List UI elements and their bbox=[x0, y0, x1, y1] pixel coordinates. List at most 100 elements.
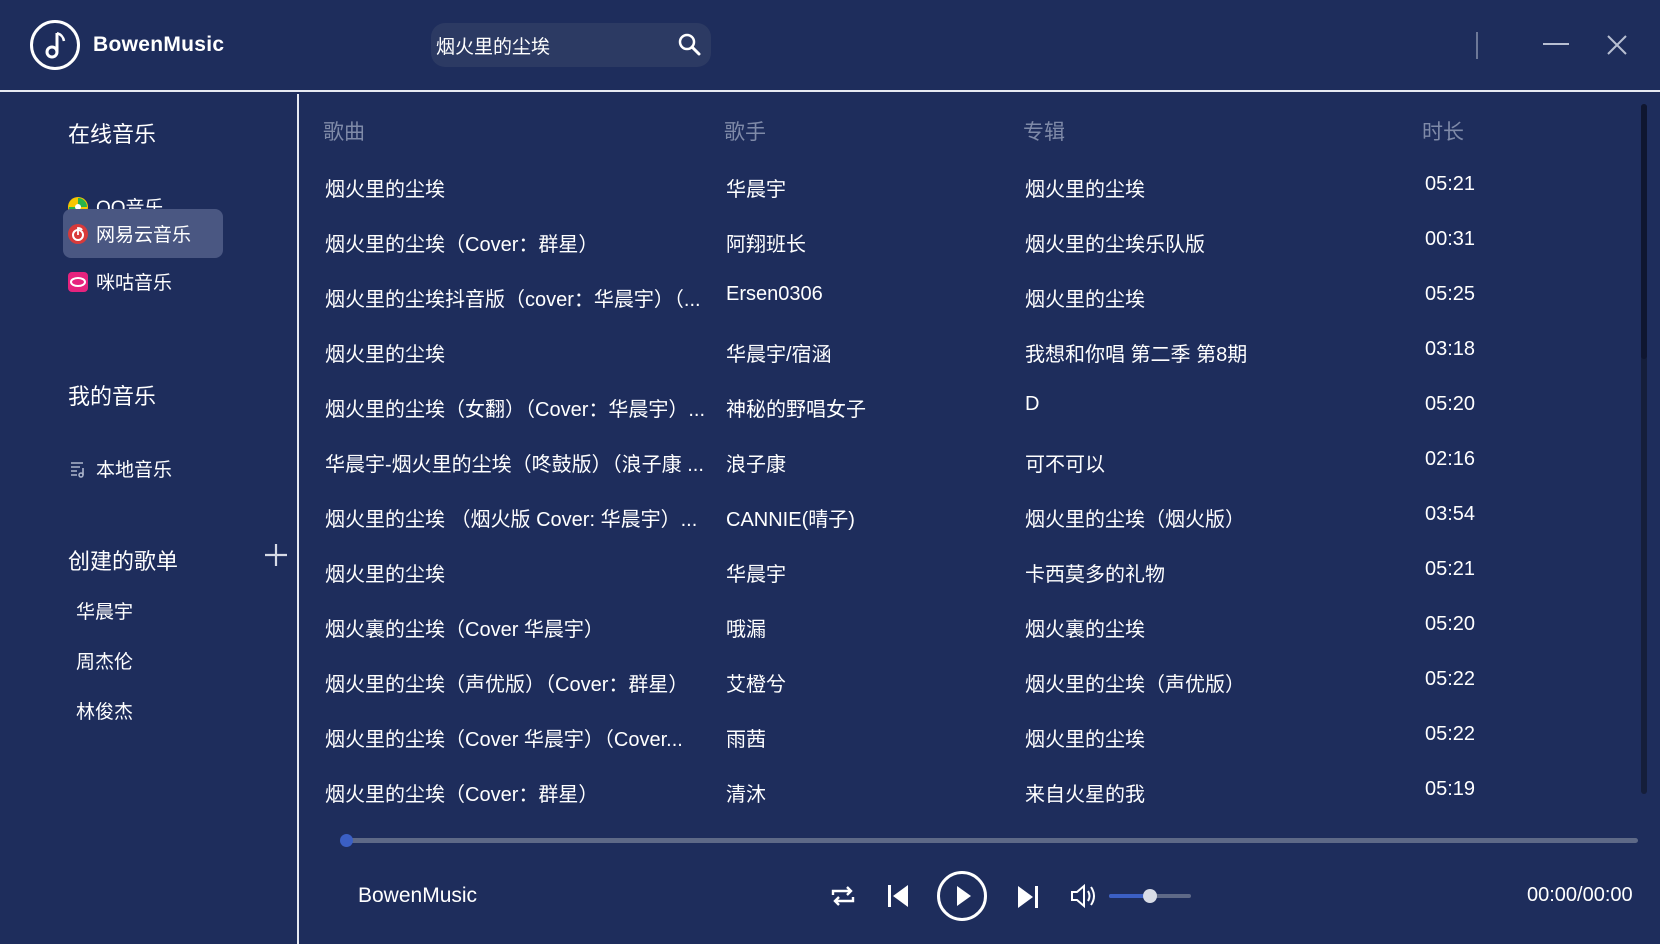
song-list-panel: 歌曲 歌手 专辑 时长 烟火里的尘埃 华晨宇 烟火里的尘埃 05:21 烟火里的尘埃（C… bbox=[301, 94, 1660, 944]
song-title-cell: 烟火里的尘埃（Cover：群星） bbox=[325, 784, 599, 806]
progress-handle[interactable] bbox=[340, 834, 353, 847]
table-row[interactable]: 华晨宇-烟火里的尘埃（咚鼓版）（浪子康 ... 浪子康 可不可以 02:16 bbox=[301, 434, 1631, 489]
section-online-music: 在线音乐 bbox=[68, 122, 157, 147]
song-title-cell: 华晨宇-烟火里的尘埃（咚鼓版）（浪子康 ... bbox=[325, 454, 704, 476]
table-row[interactable]: 烟火里的尘埃 （烟火版 Cover: 华晨宇）... CANNIE(晴子) 烟火里的… bbox=[301, 489, 1631, 544]
artist-cell: 华晨宇 bbox=[726, 179, 786, 201]
artist-cell: 雨茜 bbox=[726, 729, 766, 751]
repeat-icon[interactable] bbox=[829, 882, 857, 910]
table-row[interactable]: 烟火裏的尘埃（Cover 华晨宇） 哦漏 烟火裏的尘埃 05:20 bbox=[301, 599, 1631, 654]
duration-cell: 05:21 bbox=[1425, 173, 1476, 195]
table-row[interactable]: 烟火里的尘埃 华晨宇/宿涵 我想和你唱 第二季 第8期 03:18 bbox=[301, 324, 1631, 379]
next-track-icon[interactable] bbox=[1015, 884, 1041, 910]
close-icon[interactable] bbox=[1604, 32, 1630, 58]
scrollbar[interactable] bbox=[1641, 104, 1647, 794]
song-title-cell: 烟火里的尘埃（Cover 华晨宇）（Cover... bbox=[325, 729, 683, 751]
album-cell: 我想和你唱 第二季 第8期 bbox=[1025, 344, 1248, 366]
sidebar-item-label: 咪咕音乐 bbox=[96, 273, 173, 294]
artist-cell: 华晨宇/宿涵 bbox=[726, 344, 832, 366]
column-header-duration: 时长 bbox=[1422, 121, 1464, 144]
table-row[interactable]: 烟火里的尘埃（声优版）（Cover：群星） 艾橙兮 烟火里的尘埃（声优版） 05:22 bbox=[301, 654, 1631, 709]
table-row[interactable]: 烟火里的尘埃（Cover：群星） 阿翔班长 烟火里的尘埃乐队版 00:31 bbox=[301, 214, 1631, 269]
duration-cell: 05:22 bbox=[1425, 723, 1476, 745]
song-title-cell: 烟火里的尘埃 （烟火版 Cover: 华晨宇）... bbox=[325, 509, 698, 531]
migu-music-icon bbox=[66, 270, 90, 294]
music-note-logo-icon bbox=[30, 20, 80, 70]
sidebar: 在线音乐 QQ音乐 网易云音乐 咪 bbox=[0, 94, 299, 944]
duration-cell: 05:25 bbox=[1425, 283, 1476, 305]
song-title-cell: 烟火里的尘埃 bbox=[325, 179, 445, 201]
title-bar: BowenMusic bbox=[0, 0, 1660, 92]
sidebar-item-migu-music[interactable]: 咪咕音乐 bbox=[63, 257, 223, 306]
album-cell: 烟火里的尘埃 bbox=[1025, 729, 1145, 751]
add-playlist-icon[interactable] bbox=[263, 542, 289, 568]
now-playing-title: BowenMusic bbox=[358, 884, 478, 907]
table-row[interactable]: 烟火里的尘埃 华晨宇 卡西莫多的礼物 05:21 bbox=[301, 544, 1631, 599]
sidebar-item-local-music[interactable]: 本地音乐 bbox=[63, 444, 223, 493]
volume-handle[interactable] bbox=[1143, 889, 1157, 903]
song-title-cell: 烟火里的尘埃 bbox=[325, 344, 445, 366]
table-row[interactable]: 烟火里的尘埃 华晨宇 烟火里的尘埃 05:21 bbox=[301, 159, 1631, 214]
song-title-cell: 烟火里的尘埃 bbox=[325, 564, 445, 586]
album-cell: 烟火里的尘埃乐队版 bbox=[1025, 234, 1205, 256]
titlebar-divider bbox=[1476, 32, 1478, 59]
playlist-item[interactable]: 华晨宇 bbox=[76, 597, 133, 624]
table-row[interactable]: 烟火里的尘埃（Cover：群星） 清沐 来自火星的我 05:19 bbox=[301, 764, 1631, 819]
album-cell: 可不可以 bbox=[1025, 454, 1105, 476]
artist-cell: 神秘的野唱女子 bbox=[726, 399, 866, 421]
sidebar-item-netease-music[interactable]: 网易云音乐 bbox=[63, 209, 223, 258]
artist-cell: 艾橙兮 bbox=[726, 674, 786, 696]
sidebar-item-label: 网易云音乐 bbox=[96, 225, 192, 246]
artist-cell: 阿翔班长 bbox=[726, 234, 806, 256]
local-music-icon bbox=[66, 457, 90, 481]
volume-icon[interactable] bbox=[1069, 882, 1099, 910]
album-cell: 卡西莫多的礼物 bbox=[1025, 564, 1165, 586]
sidebar-item-label: 本地音乐 bbox=[96, 460, 173, 481]
section-my-music: 我的音乐 bbox=[68, 384, 157, 409]
app-title: BowenMusic bbox=[93, 33, 225, 56]
album-cell: 烟火里的尘埃（烟火版） bbox=[1025, 509, 1245, 531]
column-header-song: 歌曲 bbox=[323, 121, 365, 144]
playlist-item[interactable]: 林俊杰 bbox=[76, 697, 133, 724]
album-cell: 烟火里的尘埃（声优版） bbox=[1025, 674, 1245, 696]
column-header-album: 专辑 bbox=[1023, 121, 1065, 144]
duration-cell: 05:20 bbox=[1425, 613, 1476, 635]
duration-cell: 05:20 bbox=[1425, 393, 1476, 415]
album-cell: 来自火星的我 bbox=[1025, 784, 1145, 806]
album-cell: 烟火裏的尘埃 bbox=[1025, 619, 1145, 641]
progress-bar[interactable] bbox=[340, 834, 1638, 847]
play-button[interactable] bbox=[937, 871, 987, 921]
duration-cell: 02:16 bbox=[1425, 448, 1476, 470]
play-icon bbox=[957, 886, 971, 906]
artist-cell: Ersen0306 bbox=[726, 283, 823, 305]
playlist-item[interactable]: 周杰伦 bbox=[76, 647, 133, 674]
section-created-playlists: 创建的歌单 bbox=[68, 549, 179, 574]
artist-cell: 哦漏 bbox=[726, 619, 766, 641]
duration-cell: 00:31 bbox=[1425, 228, 1476, 250]
artist-cell: 浪子康 bbox=[726, 454, 786, 476]
duration-cell: 03:18 bbox=[1425, 338, 1476, 360]
duration-cell: 05:21 bbox=[1425, 558, 1476, 580]
song-title-cell: 烟火裏的尘埃（Cover 华晨宇） bbox=[325, 619, 604, 641]
artist-cell: 清沐 bbox=[726, 784, 766, 806]
volume-slider[interactable] bbox=[1109, 889, 1191, 903]
playback-time: 00:00/00:00 bbox=[1527, 884, 1633, 906]
search-box[interactable] bbox=[431, 23, 711, 67]
duration-cell: 03:54 bbox=[1425, 503, 1476, 525]
artist-cell: CANNIE(晴子) bbox=[726, 509, 855, 531]
minimize-button[interactable] bbox=[1543, 32, 1571, 56]
scrollbar-thumb[interactable] bbox=[1641, 104, 1647, 359]
song-title-cell: 烟火里的尘埃（声优版）（Cover：群星） bbox=[325, 674, 689, 696]
song-title-cell: 烟火里的尘埃（Cover：群星） bbox=[325, 234, 599, 256]
table-row[interactable]: 烟火里的尘埃（Cover 华晨宇）（Cover... 雨茜 烟火里的尘埃 05:22 bbox=[301, 709, 1631, 764]
table-row[interactable]: 烟火里的尘埃抖音版（cover：华晨宇）（... Ersen0306 烟火里的尘埃 0… bbox=[301, 269, 1631, 324]
search-input[interactable] bbox=[436, 31, 661, 59]
album-cell: D bbox=[1025, 393, 1040, 415]
duration-cell: 05:22 bbox=[1425, 668, 1476, 690]
search-icon[interactable] bbox=[677, 32, 701, 56]
table-row[interactable]: 烟火里的尘埃（女翻）（Cover：华晨宇）... 神秘的野唱女子 D 05:20 bbox=[301, 379, 1631, 434]
duration-cell: 05:19 bbox=[1425, 778, 1476, 800]
column-header-artist: 歌手 bbox=[724, 121, 766, 144]
previous-track-icon[interactable] bbox=[885, 883, 911, 909]
album-cell: 烟火里的尘埃 bbox=[1025, 289, 1145, 311]
